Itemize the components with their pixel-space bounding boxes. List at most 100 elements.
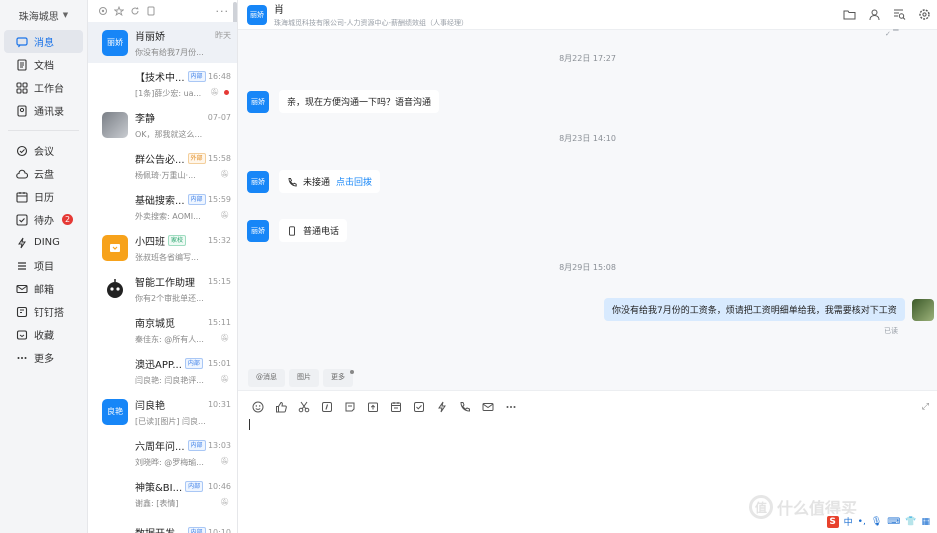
message-bubble[interactable]: 亲，现在方便沟通一下吗？语音沟通	[279, 90, 440, 113]
conversation-tag: 内部	[187, 439, 206, 451]
nav-item-label: 工作台	[34, 84, 64, 95]
sender-avatar[interactable]: 丽娇	[247, 219, 269, 242]
nav-item-10[interactable]: 邮箱	[4, 277, 83, 300]
message-text: 亲，现在方便沟通一下吗？语音沟通	[287, 98, 432, 108]
ime-punct[interactable]: •,	[858, 517, 866, 527]
microphone-icon[interactable]: 🎙	[871, 517, 882, 527]
more-icon[interactable]	[505, 401, 517, 413]
nav-item-7[interactable]: 待办 2	[4, 208, 83, 231]
conversation-preview: 刘晓晔: @罗梅瑜...	[135, 457, 204, 467]
scissors-icon[interactable]	[298, 401, 310, 413]
conversation-tag: 外部	[187, 152, 206, 164]
conversation-name: 李静	[135, 113, 155, 125]
more-icon[interactable]: ···	[216, 5, 230, 18]
search-icon[interactable]	[893, 8, 906, 21]
conversation-item[interactable]: 神策&BI... 内部 10:46 谢鑫: [表情] 🔕︎	[88, 473, 237, 514]
build-icon	[16, 306, 28, 318]
conversation-item[interactable]: 智能工作助理 15:15 你有2个审批单还...	[88, 268, 237, 309]
mute-icon: 🔕︎	[220, 375, 229, 383]
nav-item-13[interactable]: 更多	[4, 346, 83, 369]
tab-image[interactable]: 图片	[289, 369, 319, 387]
chat-avatar[interactable]: 丽娇	[247, 4, 267, 25]
conversation-name: 闫良艳	[135, 400, 165, 412]
group-avatar	[102, 439, 128, 466]
settings-icon[interactable]	[98, 6, 108, 16]
nav-item-9[interactable]: 项目	[4, 254, 83, 277]
grid-icon[interactable]: ▦	[921, 517, 930, 527]
conversation-preview: [1条]薛少宏: ua...	[135, 88, 202, 98]
conversation-time: 15:32	[207, 235, 231, 245]
skin-icon[interactable]: 👕	[905, 517, 916, 527]
nav-item-12[interactable]: 收藏	[4, 323, 83, 346]
conversation-item[interactable]: 丽娇 肖丽娇 昨天 你没有给我7月份...	[88, 22, 237, 63]
mail-icon[interactable]	[482, 401, 494, 413]
message-row: 丽娇 普通电话	[247, 219, 348, 242]
quote-icon[interactable]	[321, 401, 333, 413]
user-icon[interactable]	[868, 8, 881, 21]
timestamp: 8月23日 14:10	[559, 134, 616, 143]
conversation-item[interactable]: 基础搜索... 内部 15:59 外卖搜索: AOMI... 🔕︎	[88, 186, 237, 227]
nav-item-1[interactable]: 文档	[4, 53, 83, 76]
callback-link[interactable]: 点击回拨	[336, 175, 372, 188]
nav-item-3[interactable]: 通讯录	[4, 99, 83, 122]
sender-avatar[interactable]: 丽娇	[247, 170, 269, 193]
message-bubble[interactable]: 你没有给我7月份的工资条，烦请把工资明细单给我，我需要核对下工资	[604, 298, 905, 321]
nav-item-6[interactable]: 日历	[4, 185, 83, 208]
nav-item-8[interactable]: DING	[4, 231, 83, 254]
task-icon[interactable]	[344, 401, 356, 413]
gear-icon[interactable]	[918, 8, 931, 21]
check-icon[interactable]	[413, 401, 425, 413]
conversation-item[interactable]: 澳迅APP... 内部 15:01 闫良艳: 闫良艳评... 🔕︎	[88, 350, 237, 391]
conversation-name: 智能工作助理	[135, 277, 195, 289]
mute-icon: 🔕︎	[220, 498, 229, 506]
conversation-preview: 闫良艳: 闫良艳评...	[135, 375, 204, 385]
keyboard-icon[interactable]: ⌨	[887, 517, 900, 527]
call-bubble[interactable]: 普通电话	[279, 219, 348, 242]
nav-item-11[interactable]: 钉钉搭	[4, 300, 83, 323]
text-cursor[interactable]	[249, 419, 250, 430]
conversation-item[interactable]: 【技术中... 内部 16:48 [1条]薛少宏: ua... 🔕︎	[88, 63, 237, 104]
nav-item-label: 通讯录	[34, 107, 64, 118]
conversation-item[interactable]: 良艳 闫良艳 10:31 [已读][图片] 闫良...	[88, 391, 237, 432]
conversation-item[interactable]: 南京城觅 15:11 秦佳东: @所有人... 🔕︎	[88, 309, 237, 350]
conversation-time: 10:10	[207, 528, 231, 533]
refresh-icon[interactable]	[130, 6, 140, 16]
emoji-icon[interactable]	[252, 401, 264, 413]
conversation-preview: 外卖搜索: AOMI...	[135, 211, 201, 221]
phone-icon[interactable]	[459, 401, 471, 413]
favorite-icon	[16, 329, 28, 341]
call-bubble[interactable]: 未接通 点击回拨	[279, 170, 381, 193]
phone-icon	[289, 225, 295, 236]
ime-toolbar[interactable]: S 中 •, 🎙 ⌨ 👕 ▦	[823, 514, 933, 529]
nav-item-5[interactable]: 云盘	[4, 162, 83, 185]
tab-more[interactable]: 更多	[323, 369, 354, 387]
like-icon[interactable]	[275, 401, 287, 413]
sender-avatar[interactable]: 丽娇	[247, 90, 269, 113]
chevron-down-icon: ▼	[62, 11, 69, 19]
conversation-item[interactable]: 六周年问... 内部 13:03 刘晓晔: @罗梅瑜... 🔕︎	[88, 432, 237, 473]
nav-item-4[interactable]: 会议	[4, 139, 83, 162]
self-avatar[interactable]	[911, 298, 934, 321]
conversation-name: 数据开发...	[135, 525, 185, 533]
nav-item-2[interactable]: 工作台	[4, 76, 83, 99]
conversation-item[interactable]: 数据开发...内部10:10	[88, 514, 237, 533]
call-type: 普通电话	[303, 227, 340, 237]
org-switcher[interactable]: 珠海城思 ▼	[0, 0, 87, 30]
schedule-icon[interactable]	[390, 401, 402, 413]
conversation-item[interactable]: 小四班 家校 15:32 张叔班各省编写...	[88, 227, 237, 268]
mute-icon: 🔕︎	[220, 170, 229, 178]
star-icon[interactable]	[114, 6, 124, 16]
conversation-item[interactable]: 李静 07-07 OK，那我就这么...	[88, 104, 237, 145]
upload-icon[interactable]	[367, 401, 379, 413]
ime-lang[interactable]: 中	[844, 515, 853, 528]
conversation-item[interactable]: 群公告必... 外部 15:58 杨佩琦·万重山·... 🔕︎	[88, 145, 237, 186]
conversation-name: 【技术中...	[135, 72, 185, 84]
tab-mention[interactable]: @消息	[248, 369, 285, 387]
ding-icon[interactable]	[436, 401, 448, 413]
nav-item-label: 会议	[34, 147, 54, 158]
document-icon[interactable]	[146, 6, 156, 16]
nav-item-0[interactable]: 消息	[4, 30, 83, 53]
expand-icon[interactable]: ⤢	[922, 402, 929, 412]
cloud-icon	[16, 168, 28, 180]
folder-icon[interactable]	[843, 8, 856, 21]
